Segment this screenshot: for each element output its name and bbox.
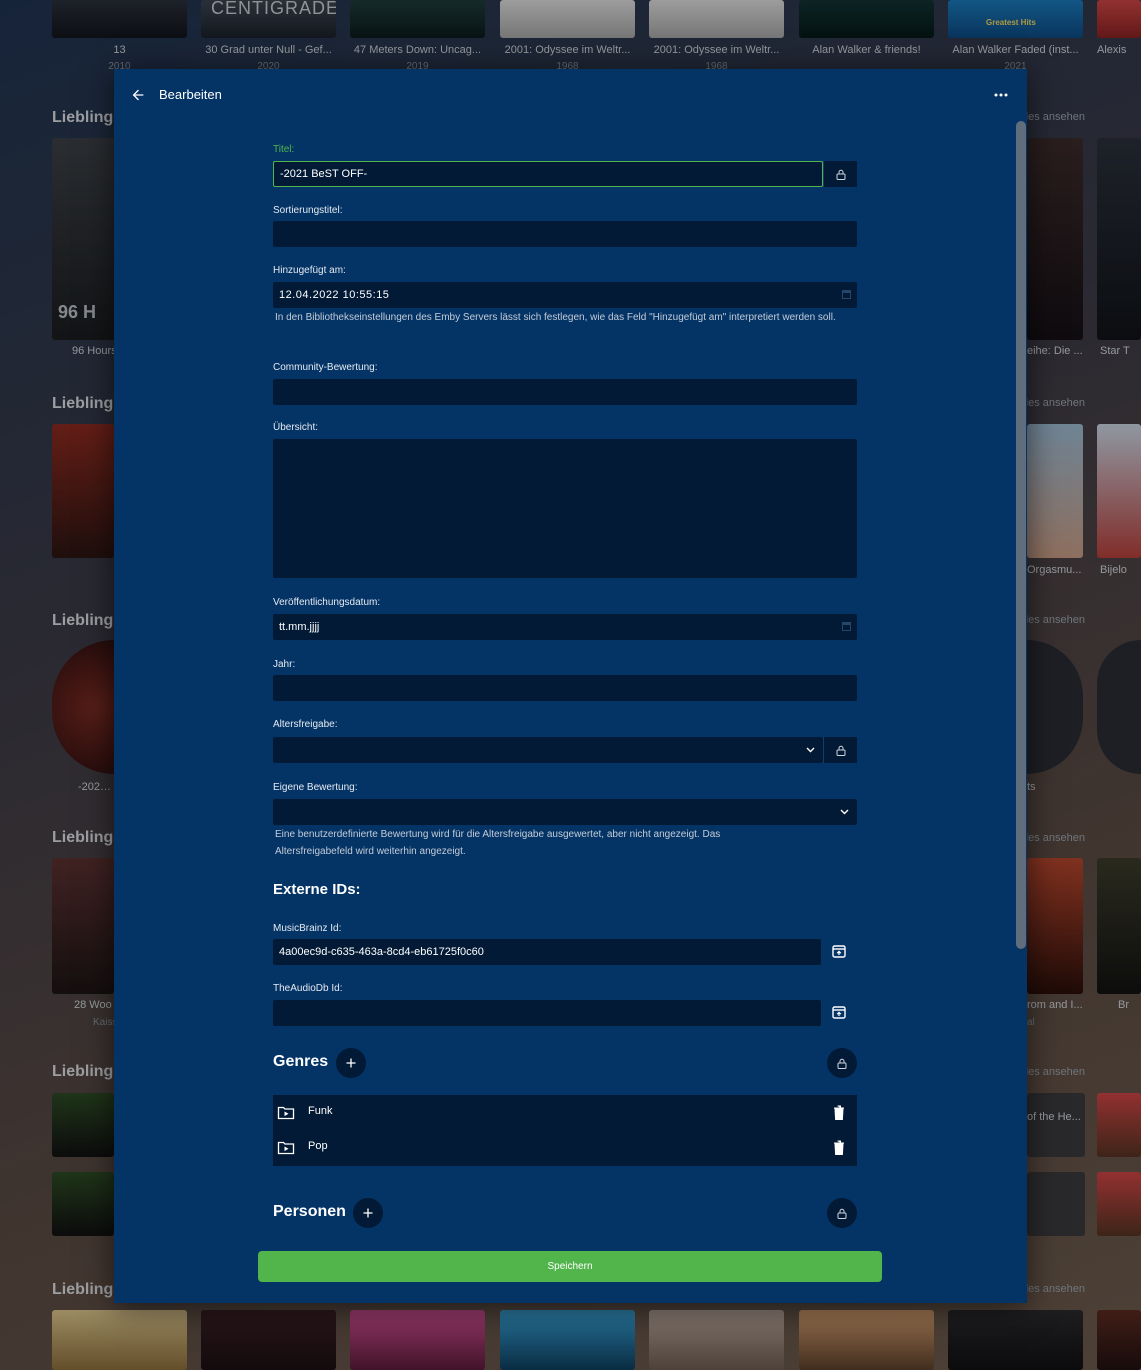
release-date-label: Veröffentlichungsdatum: <box>273 597 381 608</box>
arrow-left-icon <box>132 89 144 101</box>
chevron-down-icon <box>840 809 849 815</box>
scrollbar-thumb[interactable] <box>1016 121 1026 949</box>
genre-name: Pop <box>308 1140 328 1152</box>
title-label: Titel: <box>273 144 295 155</box>
audiodb-open-button[interactable] <box>827 1000 851 1024</box>
list-item[interactable]: Funk <box>273 1095 857 1130</box>
custom-rating-label: Eigene Bewertung: <box>273 782 358 793</box>
date-added-input[interactable]: 12.04.2022 10:55:15 <box>273 282 857 308</box>
dialog-title: Bearbeiten <box>159 87 222 102</box>
audiodb-input[interactable] <box>273 1000 821 1026</box>
open-in-new-icon <box>832 944 846 958</box>
date-added-help: In den Bibliothekseinstellungen des Emby… <box>275 312 836 323</box>
dialog-header: Bearbeiten <box>114 69 1027 121</box>
year-input[interactable] <box>273 675 857 701</box>
people-heading: Personen <box>273 1203 346 1220</box>
overview-textarea[interactable] <box>273 439 857 578</box>
lock-icon <box>836 745 845 756</box>
genre-list: Funk Pop <box>273 1095 857 1166</box>
lock-icon <box>836 169 845 180</box>
chevron-down-icon <box>806 747 815 753</box>
overview-label: Übersicht: <box>273 422 319 433</box>
open-in-new-icon <box>832 1005 846 1019</box>
musicbrainz-open-button[interactable] <box>827 939 851 963</box>
title-input[interactable]: -2021 BeST OFF- <box>273 161 823 187</box>
musicbrainz-input[interactable]: 4a00ec9d-c635-463a-8cd4-eb61725f0c60 <box>273 939 821 965</box>
people-lock-button[interactable] <box>827 1198 857 1228</box>
community-rating-input[interactable] <box>273 379 857 405</box>
genres-lock-button[interactable] <box>827 1048 857 1078</box>
sort-title-label: Sortierungstitel: <box>273 205 343 216</box>
sort-title-input[interactable] <box>273 221 857 247</box>
genre-name: Funk <box>308 1105 333 1117</box>
lock-icon <box>837 1058 847 1069</box>
back-button[interactable] <box>126 83 150 107</box>
delete-icon[interactable] <box>833 1140 845 1155</box>
more-horizontal-icon <box>994 93 1008 97</box>
folder-play-icon <box>277 1106 295 1120</box>
custom-rating-select[interactable] <box>273 799 857 825</box>
folder-play-icon <box>277 1141 295 1155</box>
date-added-label: Hinzugefügt am: <box>273 265 346 276</box>
date-added-value: 12.04.2022 10:55:15 <box>279 289 390 301</box>
parental-rating-select[interactable] <box>273 737 823 763</box>
parental-rating-lock-button[interactable] <box>823 737 857 763</box>
audiodb-label: TheAudioDb Id: <box>273 983 343 994</box>
plus-icon <box>363 1208 373 1218</box>
list-item[interactable]: Pop <box>273 1130 857 1165</box>
delete-icon[interactable] <box>833 1105 845 1120</box>
external-ids-heading: Externe IDs: <box>273 881 361 898</box>
community-rating-label: Community-Bewertung: <box>273 362 378 373</box>
edit-metadata-dialog: Bearbeiten Titel: -2021 BeST OFF- Sortie… <box>114 69 1027 1303</box>
custom-rating-help: Eine benutzerdefinierte Bewertung wird f… <box>275 829 721 857</box>
add-genre-button[interactable] <box>336 1048 366 1078</box>
calendar-icon[interactable] <box>842 290 851 299</box>
more-options-button[interactable] <box>989 83 1013 107</box>
plus-icon <box>346 1058 356 1068</box>
parental-rating-label: Altersfreigabe: <box>273 719 338 730</box>
calendar-icon[interactable] <box>842 622 851 631</box>
title-lock-button[interactable] <box>823 161 857 187</box>
genres-heading: Genres <box>273 1053 329 1070</box>
save-button[interactable]: Speichern <box>258 1251 882 1282</box>
add-person-button[interactable] <box>353 1198 383 1228</box>
release-date-input[interactable]: tt.mm.jjjj <box>273 614 857 640</box>
lock-icon <box>837 1208 847 1219</box>
year-label: Jahr: <box>273 659 296 670</box>
release-date-value: tt.mm.jjjj <box>279 621 320 633</box>
musicbrainz-label: MusicBrainz Id: <box>273 923 342 934</box>
